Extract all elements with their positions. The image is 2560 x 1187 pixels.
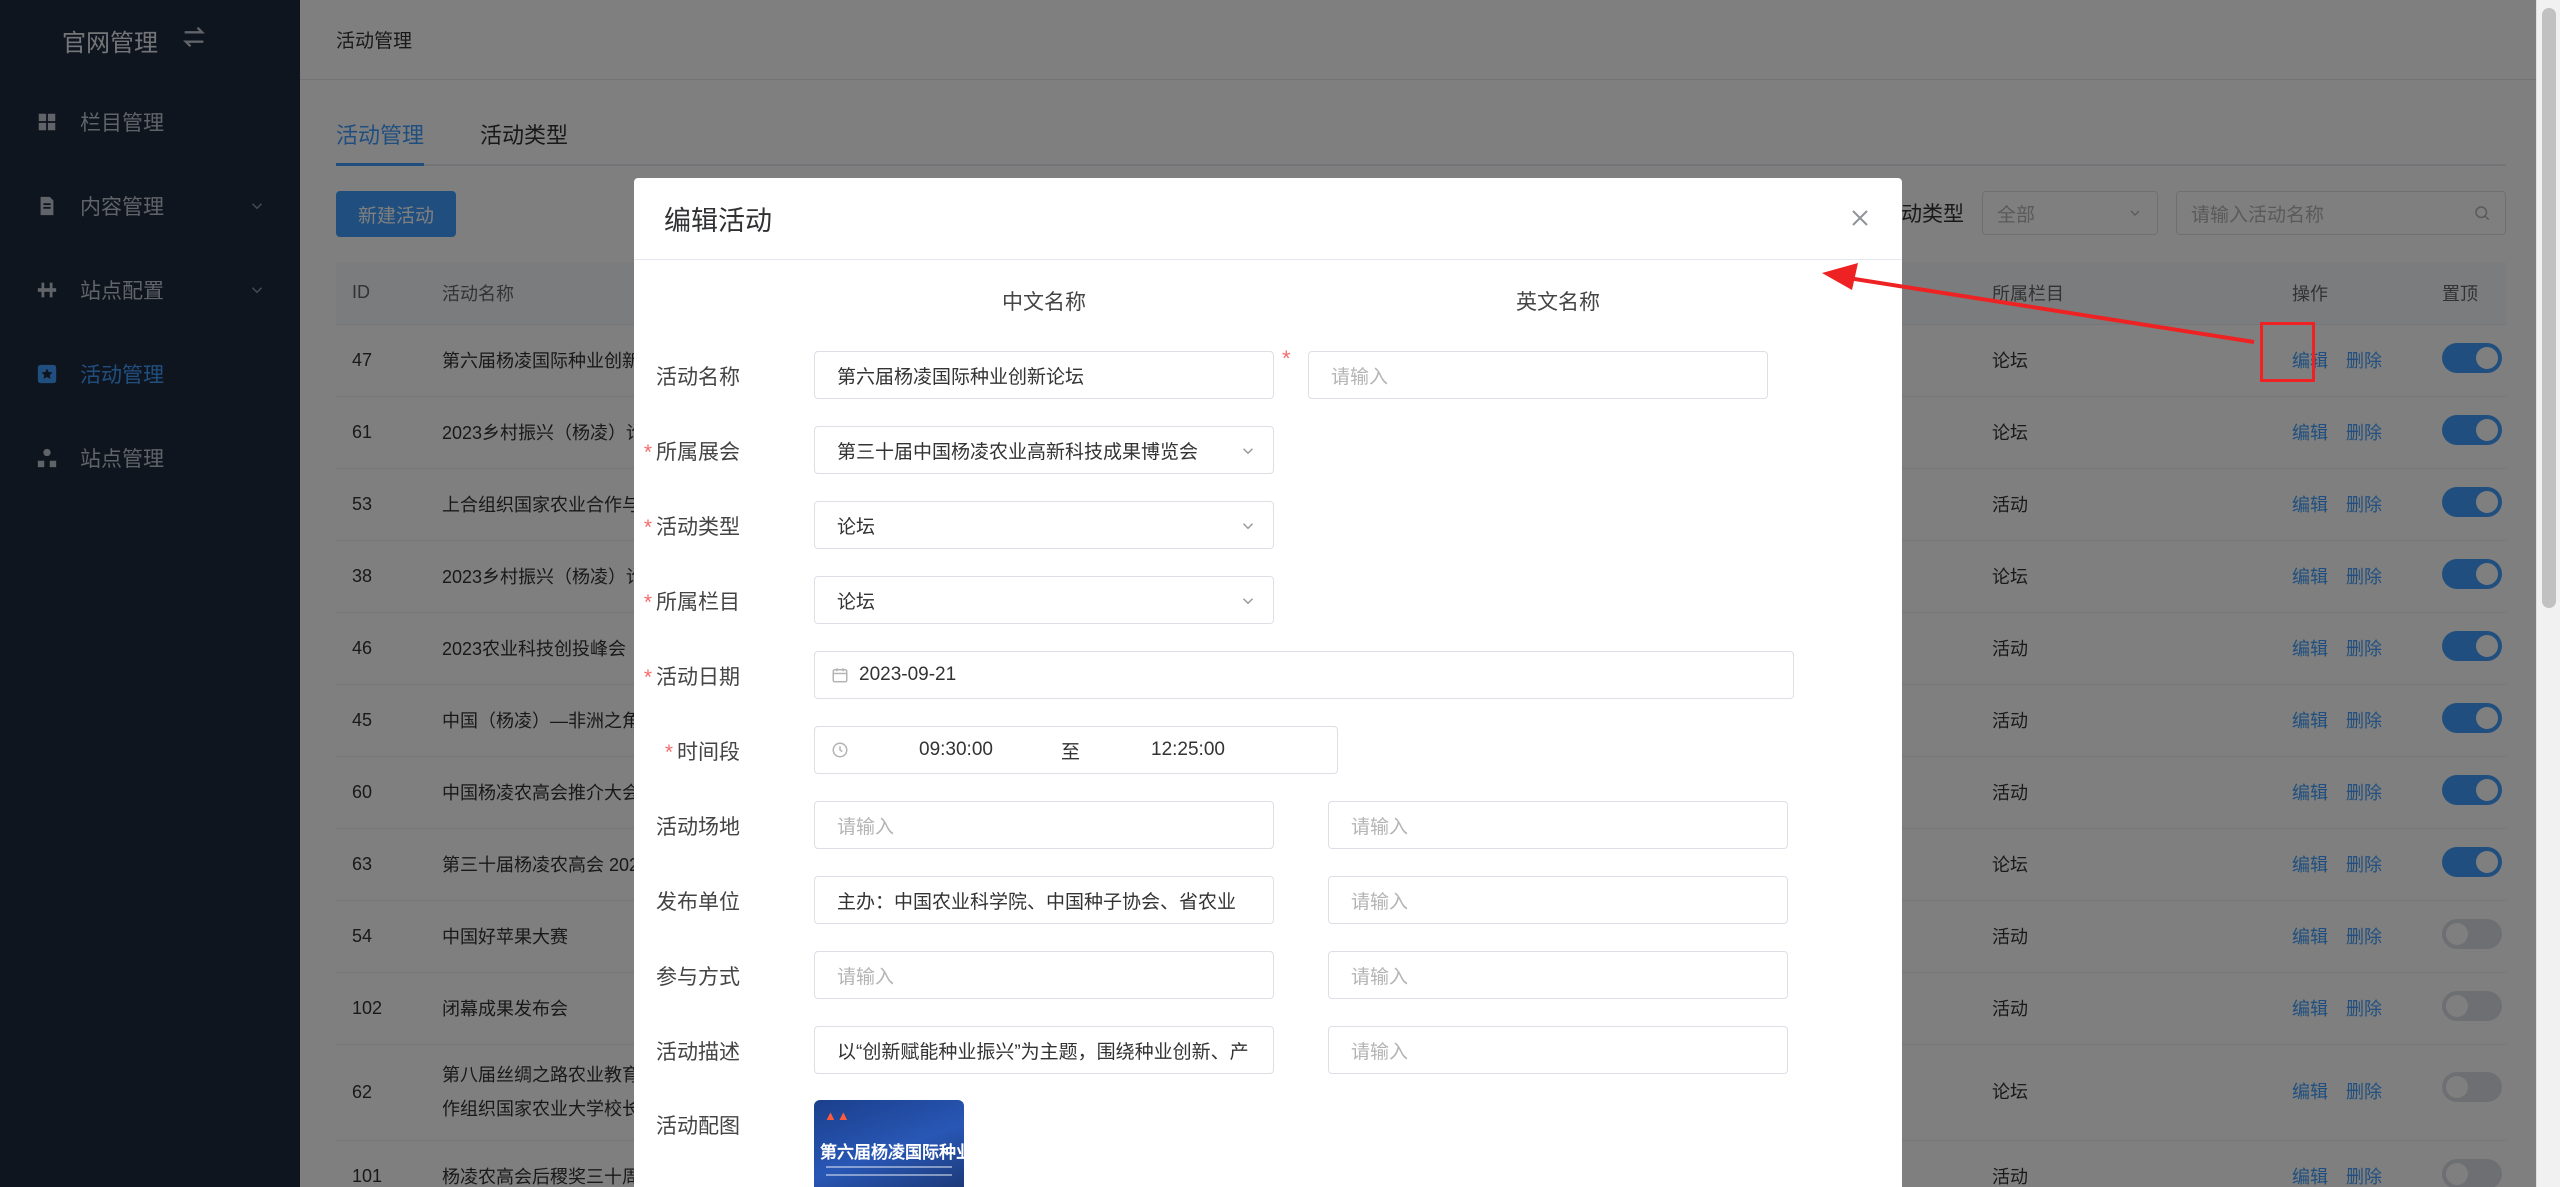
venue-en-input[interactable]: 请输入 xyxy=(1328,801,1788,849)
description-cn-input[interactable]: 以“创新赋能种业振兴”为主题，围绕种业创新、产 xyxy=(814,1026,1274,1074)
label-type: * 活动类型 xyxy=(643,516,740,539)
time-separator: 至 xyxy=(1061,741,1081,763)
annotation-highlight-box xyxy=(2260,322,2315,382)
label-expo: * 所属展会 xyxy=(643,441,740,464)
date-value: 2023-09-21 xyxy=(859,664,957,685)
participation-cn-input[interactable]: 请输入 xyxy=(814,951,1274,999)
column-value: 论坛 xyxy=(837,591,876,613)
activity-name-en-input[interactable]: 请输入 xyxy=(1308,351,1768,399)
column-header-cn: 中文名称 xyxy=(1002,291,1086,314)
activity-name-cn-input[interactable]: 第六届杨凌国际种业创新论坛 xyxy=(814,351,1274,399)
label-activity-name: 活动名称 xyxy=(656,366,740,389)
time-range-picker[interactable]: 09:30:00 至 12:25:00 xyxy=(814,726,1338,774)
label-date: * 活动日期 xyxy=(643,666,740,689)
image-line xyxy=(826,1166,952,1168)
expo-value: 第三十届中国杨凌农业高新科技成果博览会 xyxy=(837,441,1199,463)
page-scrollbar[interactable] xyxy=(2536,0,2560,1187)
time-end[interactable]: 12:25:00 xyxy=(1151,739,1225,761)
dialog-header: 编辑活动 xyxy=(634,178,1902,260)
column-select[interactable]: 论坛 xyxy=(814,576,1274,624)
label-time: * 时间段 xyxy=(664,741,740,764)
label-column: * 所属栏目 xyxy=(643,591,740,614)
expo-select[interactable]: 第三十届中国杨凌农业高新科技成果博览会 xyxy=(814,426,1274,474)
type-value: 论坛 xyxy=(837,516,876,538)
participation-en-input[interactable]: 请输入 xyxy=(1328,951,1788,999)
required-mark: * xyxy=(1282,346,1291,371)
column-header-en: 英文名称 xyxy=(1516,291,1600,314)
chevron-down-icon xyxy=(1242,448,1254,455)
edit-activity-dialog: 编辑活动 中文名称 英文名称 活动名称 第六届杨凌国际种业创新论坛 * 请输入 … xyxy=(634,178,1902,1187)
date-picker[interactable]: 2023-09-21 xyxy=(814,651,1794,699)
publisher-en-input[interactable]: 请输入 xyxy=(1328,876,1788,924)
chevron-down-icon xyxy=(1242,523,1254,530)
description-en-input[interactable]: 请输入 xyxy=(1328,1026,1788,1074)
type-select[interactable]: 论坛 xyxy=(814,501,1274,549)
scrollbar-thumb[interactable] xyxy=(2542,8,2556,608)
image-logo: ▲▲ xyxy=(824,1108,850,1123)
label-description: 活动描述 xyxy=(656,1041,740,1064)
label-publisher: 发布单位 xyxy=(656,891,740,914)
image-title: 第六届杨凌国际种业创新论坛 xyxy=(820,1143,964,1162)
label-image: 活动配图 xyxy=(656,1115,740,1138)
time-start[interactable]: 09:30:00 xyxy=(919,739,993,761)
venue-cn-input[interactable]: 请输入 xyxy=(814,801,1274,849)
chevron-down-icon xyxy=(1242,598,1254,605)
clock-icon xyxy=(832,742,848,758)
activity-image[interactable]: ▲▲ 第六届杨凌国际种业创新论坛 xyxy=(814,1100,964,1187)
label-venue: 活动场地 xyxy=(656,816,740,839)
calendar-icon xyxy=(832,668,848,683)
image-line xyxy=(826,1174,952,1176)
label-participation: 参与方式 xyxy=(656,966,740,989)
dialog-title: 编辑活动 xyxy=(664,206,772,236)
publisher-cn-input[interactable]: 主办：中国农业科学院、中国种子协会、省农业 xyxy=(814,876,1274,924)
close-icon[interactable] xyxy=(1848,206,1872,230)
